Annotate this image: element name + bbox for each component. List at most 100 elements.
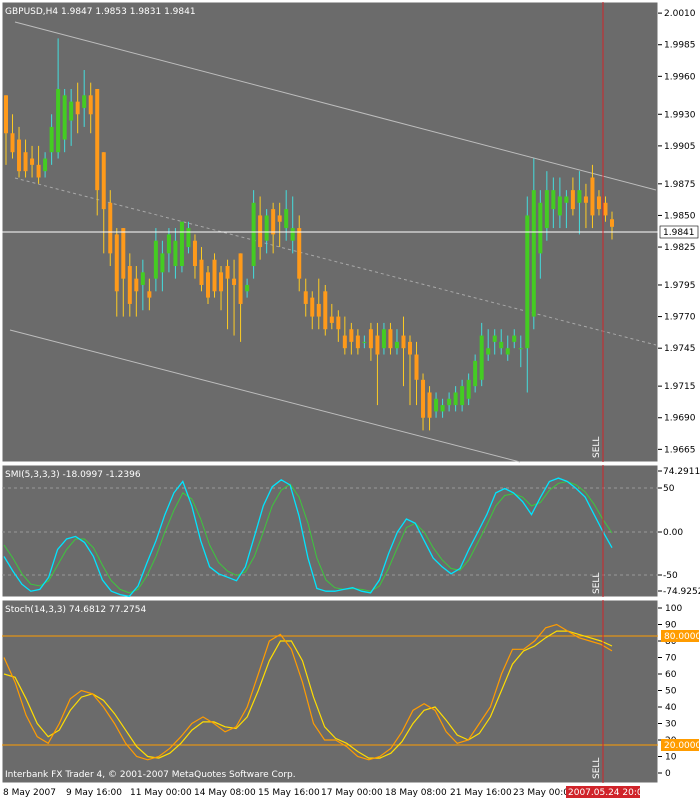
candle-body <box>238 253 243 304</box>
stoch-tick-label: 0 <box>665 769 671 779</box>
candle-body <box>75 101 80 115</box>
candle-body <box>564 196 569 203</box>
stoch-tick-label: 90 <box>665 621 677 631</box>
candle-body <box>453 392 458 406</box>
candle-body <box>466 379 471 399</box>
candle-body <box>232 278 237 285</box>
price-header: GBPUSD,H4 1.9847 1.9853 1.9831 1.9841 <box>5 7 196 17</box>
candle-body <box>290 228 295 241</box>
candle-body <box>401 335 406 349</box>
smi-tick-0: 0.00 <box>663 528 683 538</box>
candle-body <box>264 215 269 241</box>
price-tick-label: 1.9690 <box>664 414 696 424</box>
candle-body <box>531 190 536 317</box>
price-panel[interactable]: GBPUSD,H4 1.9847 1.9853 1.9831 1.9841 SE… <box>1 1 659 463</box>
candlestick <box>179 221 184 273</box>
time-label: 21 May 16:00 <box>450 788 512 798</box>
time-label: 8 May 2007 <box>3 788 56 798</box>
candle-body <box>329 316 334 323</box>
candle-body <box>10 133 15 153</box>
candle-body <box>153 240 158 279</box>
candle-body <box>408 341 412 355</box>
candle-body <box>551 190 556 210</box>
current-price-value: 1.9841 <box>663 228 695 238</box>
smi-header: SMI(5,3,3,3) -18.0997 -1.2396 <box>5 470 141 480</box>
time-label: 14 May 08:00 <box>194 788 256 798</box>
candle-body <box>199 259 204 285</box>
candle-body <box>30 158 35 165</box>
price-tick-label: 1.9665 <box>664 445 696 455</box>
candle-body <box>95 88 100 191</box>
candle-body <box>381 329 386 349</box>
candle-body <box>479 335 484 380</box>
stoch-tick-label: 60 <box>665 670 677 680</box>
time-label: 9 May 16:00 <box>66 788 122 798</box>
candle-body <box>206 272 210 298</box>
candle-body <box>127 266 132 304</box>
candle-body <box>160 253 165 273</box>
candle-body <box>518 348 523 350</box>
current-time-label: 2007.05.24 20:00 <box>568 788 649 798</box>
candle-body <box>460 386 465 406</box>
stoch-header: Stoch(14,3,3) 74.6812 77.2754 <box>5 605 146 615</box>
candle-body <box>525 215 530 349</box>
candle-body <box>277 215 282 222</box>
candle-body <box>251 202 256 267</box>
candle-body <box>349 329 354 342</box>
price-tick-label: 1.9875 <box>664 180 696 190</box>
candle-body <box>192 240 197 267</box>
smi-tick-50: 50 <box>663 484 675 494</box>
stoch-level-80-tag: 80.0000 <box>664 632 700 642</box>
candle-body <box>166 234 171 254</box>
candle-body <box>219 272 224 292</box>
price-tick-label: 1.9825 <box>664 243 696 253</box>
candle-body <box>362 341 367 343</box>
candle-body <box>69 101 74 121</box>
candle-body <box>590 177 595 216</box>
candle-body <box>36 164 41 178</box>
candle-body <box>88 95 93 115</box>
stoch-tick-label: 50 <box>665 687 677 697</box>
stoch-level-20-tag: 20.0000 <box>664 741 700 751</box>
time-label: 15 May 16:00 <box>258 788 320 798</box>
candle-body <box>336 316 341 330</box>
time-label: 18 May 08:00 <box>385 788 447 798</box>
candle-body <box>225 266 230 279</box>
current-price-tag: 1.9841 <box>659 225 699 239</box>
stoch-tick-label: 40 <box>665 703 677 713</box>
candle-body <box>271 209 276 235</box>
smi-sell-label: SELL <box>592 573 602 594</box>
price-tick-label: 2.0010 <box>664 9 696 19</box>
candle-body <box>23 152 28 172</box>
candle-body <box>355 335 360 349</box>
price-tick-label: 1.9960 <box>664 72 696 82</box>
candle-body <box>388 329 393 349</box>
candle-body <box>538 202 543 254</box>
candle-body <box>492 335 497 342</box>
candle-body <box>121 228 126 279</box>
price-tick-label: 1.9715 <box>664 382 696 392</box>
stoch-sell-label: SELL <box>592 758 602 779</box>
candle-body <box>421 379 426 418</box>
candle-body <box>310 297 315 317</box>
candle-body <box>544 190 549 229</box>
candle-body <box>245 284 250 292</box>
stoch-tick-label: 30 <box>665 720 677 730</box>
candle-body <box>603 202 608 216</box>
price-tick-label: 1.9795 <box>664 281 696 291</box>
price-tick-label: 1.9985 <box>664 41 696 51</box>
candle-body <box>323 291 328 330</box>
stochastic-panel[interactable]: Stoch(14,3,3) 74.6812 77.2754 SELL Inter… <box>1 599 659 784</box>
candle-body <box>486 348 491 355</box>
candle-body <box>62 95 67 140</box>
stoch-tick-label: 100 <box>665 604 682 614</box>
candle-body <box>557 196 562 216</box>
candle-body <box>342 335 347 349</box>
candle-body <box>43 158 48 172</box>
candle-body <box>212 259 217 292</box>
stoch-tick-label: 10 <box>665 753 677 763</box>
smi-panel[interactable]: SMI(5,3,3,3) -18.0997 -1.2396 SELL <box>1 464 659 598</box>
candle-body <box>375 335 380 355</box>
trading-chart[interactable]: GBPUSD,H4 1.9847 1.9853 1.9831 1.9841 SE… <box>0 0 700 800</box>
candle-body <box>440 405 445 412</box>
